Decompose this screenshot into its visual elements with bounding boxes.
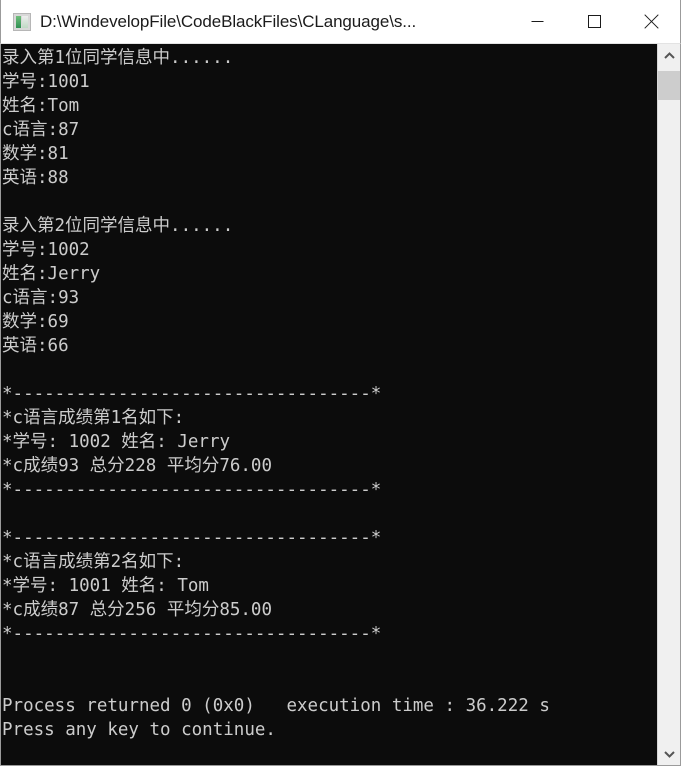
console-window: D:\WindevelopFile\CodeBlackFiles\CLangua… [0, 0, 681, 766]
chevron-down-icon [663, 750, 675, 758]
scroll-up-button[interactable] [658, 44, 680, 67]
window-title: D:\WindevelopFile\CodeBlackFiles\CLangua… [40, 11, 417, 31]
console-output-area[interactable]: 录入第1位同学信息中...... 学号:1001 姓名:Tom c语言:87 数… [1, 44, 657, 765]
scrollbar-thumb[interactable] [658, 71, 680, 100]
console-app-icon [13, 12, 31, 31]
maximize-button[interactable] [566, 0, 623, 43]
scrollbar-track[interactable] [658, 67, 680, 742]
title-bar[interactable]: D:\WindevelopFile\CodeBlackFiles\CLangua… [0, 0, 681, 44]
console-text: 录入第1位同学信息中...... 学号:1001 姓名:Tom c语言:87 数… [2, 48, 550, 740]
close-button[interactable] [623, 0, 680, 43]
close-icon [644, 14, 659, 29]
vertical-scrollbar[interactable] [657, 44, 680, 765]
client-area: 录入第1位同学信息中...... 学号:1001 姓名:Tom c语言:87 数… [1, 44, 680, 765]
minimize-icon [531, 21, 544, 22]
caption-buttons [509, 0, 680, 43]
maximize-icon [588, 15, 601, 28]
minimize-button[interactable] [509, 0, 566, 43]
chevron-up-icon [663, 51, 675, 59]
scroll-down-button[interactable] [658, 742, 680, 765]
